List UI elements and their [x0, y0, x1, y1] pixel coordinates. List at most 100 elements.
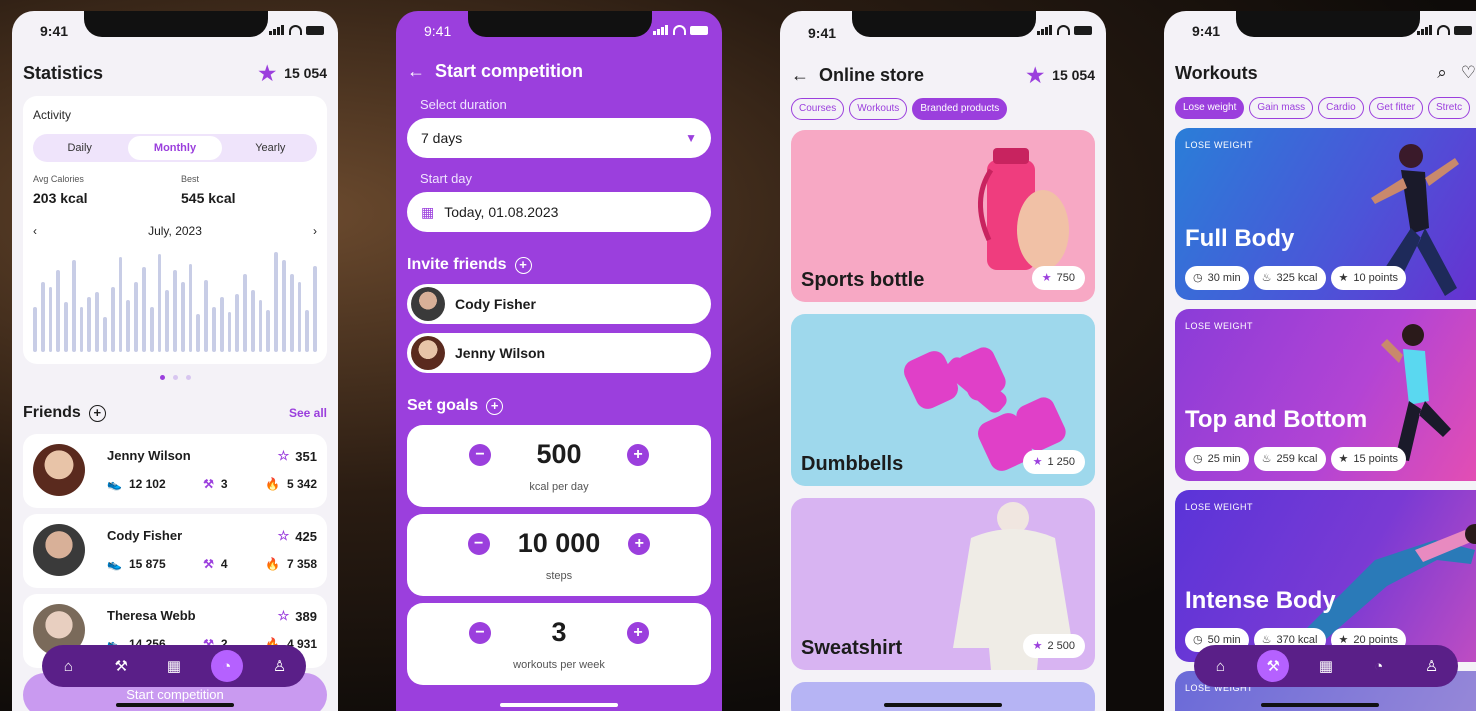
activity-bar — [305, 310, 310, 352]
chip-courses[interactable]: Courses — [791, 98, 845, 120]
home-icon[interactable]: ⌂ — [1204, 650, 1236, 682]
start-day-label: Start day — [420, 171, 473, 186]
page-title: Online store — [819, 64, 925, 85]
status-icons — [653, 25, 708, 35]
chevron-left-icon[interactable]: ‹ — [33, 224, 37, 238]
wifi-icon — [1437, 25, 1450, 35]
product-name: Sports bottle — [801, 269, 925, 291]
activity-bar — [258, 300, 263, 352]
month-label: July, 2023 — [148, 224, 202, 238]
star-icon: ★ — [1338, 453, 1349, 465]
goal-unit: steps — [545, 570, 573, 582]
workout-card[interactable]: LOSE WEIGHT Full Body ◷ 30 min ♨ 325 kcal … — [1175, 128, 1476, 300]
activity-bar — [48, 287, 53, 352]
heart-icon[interactable]: ♡ — [1461, 63, 1476, 83]
tab-yearly[interactable]: Yearly — [224, 134, 317, 162]
friend-stars: ☆ 351 — [277, 448, 317, 464]
flame-icon: 🔥 — [265, 557, 280, 571]
activity-bar — [243, 274, 247, 352]
status-time: 9:41 — [40, 23, 69, 39]
workout-card[interactable]: LOSE WEIGHT Intense Body ◷ 50 min ♨ 370 kc… — [1175, 490, 1476, 662]
profile-icon[interactable]: ♙ — [1416, 650, 1448, 682]
tab-daily[interactable]: Daily — [33, 134, 126, 162]
points-balance[interactable]: ★ 15 054 — [1026, 63, 1095, 88]
page-title: Start competition — [435, 61, 584, 81]
flame-icon: ♨ — [1261, 272, 1272, 284]
battery-icon — [1454, 25, 1472, 35]
product-card[interactable]: Dumbbells ★ 1 250 — [791, 314, 1095, 486]
activity-bar — [56, 270, 61, 352]
workouts-screen: 9:41 Workouts ⌕ ♡ Lose weight Gain mass C… — [1164, 11, 1476, 711]
activity-bar — [274, 252, 278, 352]
add-goal-icon[interactable]: + — [486, 397, 504, 415]
see-all-link[interactable]: See all — [289, 406, 327, 420]
status-time: 9:41 — [808, 25, 837, 41]
plus-button[interactable]: + — [628, 532, 651, 555]
invited-friend[interactable]: Jenny Wilson — [407, 333, 711, 373]
goal-value: 10 000 — [517, 528, 601, 558]
start-day-field[interactable]: ▦ Today, 01.08.2023 — [407, 192, 711, 232]
page-dot[interactable] — [185, 375, 191, 380]
home-indicator — [500, 703, 618, 707]
activity-bar — [110, 287, 115, 352]
plus-button[interactable]: + — [627, 443, 649, 466]
activity-bar — [235, 294, 240, 352]
stats-icon[interactable]: ◔ — [210, 650, 243, 682]
activity-bar — [266, 310, 271, 352]
chip-workouts[interactable]: Workouts — [849, 98, 908, 120]
points-balance[interactable]: ★ 15 054 — [258, 61, 327, 86]
workout-card[interactable]: LOSE WEIGHT Top and Bottom ◷ 25 min ♨ 259 … — [1175, 309, 1476, 481]
star-icon: ★ — [1041, 272, 1052, 284]
page-dot[interactable] — [159, 375, 165, 380]
activity-bar — [188, 264, 193, 352]
chip-lose-weight[interactable]: Lose weight — [1175, 97, 1245, 119]
home-icon[interactable]: ⌂ — [52, 650, 84, 682]
friend-stars: ☆ 425 — [277, 528, 317, 544]
stats-icon[interactable]: ◔ — [1363, 650, 1395, 682]
back-arrow-icon[interactable]: ← — [407, 61, 425, 82]
chip-get-fitter[interactable]: Get fitter — [1368, 97, 1423, 119]
friend-name: Cody Fisher — [455, 296, 536, 312]
chevron-right-icon[interactable]: › — [313, 224, 317, 238]
dumbbell-icon[interactable]: ⚒ — [105, 650, 137, 682]
chip-cardio[interactable]: Cardio — [1318, 97, 1364, 119]
minus-button[interactable]: − — [467, 532, 490, 555]
status-bar: 9:41 — [12, 11, 338, 51]
goal-unit: workouts per week — [513, 659, 605, 671]
invited-friend[interactable]: Cody Fisher — [407, 284, 711, 324]
product-price: ★ 1 250 — [1022, 450, 1085, 474]
add-friend-icon[interactable]: + — [514, 256, 532, 274]
plus-button[interactable]: + — [627, 621, 649, 644]
store-screen: 9:41 ← Online store ★ 15 054 Courses Worko… — [780, 11, 1106, 711]
chip-stretching[interactable]: Stretc — [1428, 97, 1471, 119]
profile-icon[interactable]: ♙ — [264, 650, 296, 682]
dumbbell-icon[interactable]: ⚒ — [1257, 650, 1290, 682]
calendar-icon[interactable]: ▦ — [158, 650, 190, 682]
minus-button[interactable]: − — [469, 443, 491, 466]
status-icons — [1417, 25, 1472, 35]
product-card[interactable]: Sports bottle ★ 750 — [791, 130, 1095, 302]
add-friend-icon[interactable]: + — [88, 404, 106, 422]
status-icons — [269, 25, 324, 35]
product-name: Dumbbells — [801, 453, 904, 475]
chip-gain-mass[interactable]: Gain mass — [1249, 97, 1314, 119]
chip-branded-products[interactable]: Branded products — [912, 98, 1008, 120]
friend-card[interactable]: Jenny Wilson ☆ 351 👟 12 102 ⚒ 3 🔥 5 342 — [23, 434, 327, 508]
goal-card: − 10 000 + steps — [407, 514, 711, 596]
signal-icon — [653, 25, 669, 35]
back-arrow-icon[interactable]: ← — [791, 65, 809, 86]
duration-select[interactable]: 7 days ▼ — [407, 118, 711, 158]
search-icon[interactable]: ⌕ — [1437, 63, 1447, 83]
tab-monthly[interactable]: Monthly — [128, 136, 222, 160]
activity-bar — [141, 267, 146, 352]
bottom-nav: ⌂ ⚒ ▦ ◔ ♙ — [1194, 645, 1458, 687]
minus-button[interactable]: − — [469, 621, 491, 644]
activity-bar — [64, 302, 68, 352]
calendar-icon[interactable]: ▦ — [1310, 650, 1342, 682]
product-card[interactable]: Sweatshirt ★ 2 500 — [791, 498, 1095, 670]
flame-icon: 🔥 — [265, 477, 280, 491]
friend-card[interactable]: Cody Fisher ☆ 425 👟 15 875 ⚒ 4 🔥 7 358 — [23, 514, 327, 588]
activity-bar — [211, 307, 216, 352]
page-dot[interactable] — [172, 375, 178, 380]
workout-stats: ◷ 25 min ♨ 259 kcal ★ 15 points — [1185, 447, 1407, 471]
